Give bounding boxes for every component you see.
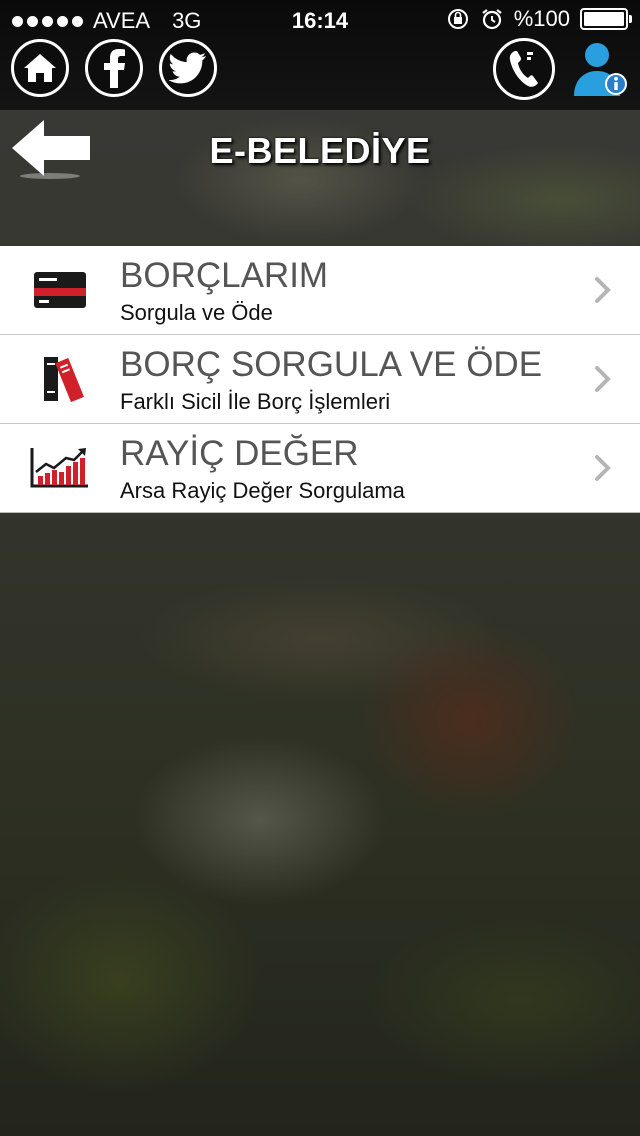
menu-item-borc-sorgula[interactable]: BORÇ SORGULA VE ÖDE Farklı Sicil İle Bor…	[0, 335, 640, 424]
twitter-button[interactable]	[159, 39, 217, 97]
menu-item-subtitle: Farklı Sicil İle Borç İşlemleri	[120, 389, 391, 414]
alarm-icon	[482, 9, 502, 30]
menu-item-subtitle: Sorgula ve Öde	[120, 300, 273, 325]
menu-item-icon	[28, 266, 92, 314]
books-icon	[44, 357, 84, 403]
menu-item-subtitle: Arsa Rayiç Değer Sorgulama	[120, 478, 405, 503]
menu-item-borclarim[interactable]: BORÇLARIM Sorgula ve Öde	[0, 246, 640, 335]
menu-item-icon	[28, 444, 92, 492]
battery-icon	[580, 8, 632, 30]
status-bar: AVEA 3G 16:14 %100	[0, 0, 640, 40]
facebook-icon	[104, 49, 125, 88]
home-icon	[24, 54, 56, 82]
menu-item-title: BORÇLARIM	[120, 256, 329, 295]
menu-item-title: RAYİÇ DEĞER	[120, 434, 359, 473]
user-info-icon	[574, 43, 627, 96]
battery-percent: %100	[513, 6, 570, 31]
chart-trend-icon	[30, 448, 88, 488]
facebook-button[interactable]	[85, 39, 143, 97]
menu-item-rayic-deger[interactable]: RAYİÇ DEĞER Arsa Rayiç Değer Sorgulama	[0, 424, 640, 513]
twitter-icon	[169, 52, 206, 84]
menu-list: BORÇLARIM Sorgula ve Öde BORÇ SORGULA VE…	[0, 246, 640, 513]
top-bar: AVEA 3G 16:14 %100	[0, 0, 640, 110]
credit-card-icon	[34, 272, 86, 308]
chevron-right-icon	[595, 277, 611, 303]
page-title: E-BELEDİYE	[209, 130, 431, 171]
page-header: E-BELEDİYE	[0, 110, 640, 246]
chevron-right-icon	[595, 366, 611, 392]
home-button[interactable]	[11, 39, 69, 97]
user-info-button[interactable]	[570, 40, 630, 100]
chevron-right-icon	[595, 455, 611, 481]
menu-item-title: BORÇ SORGULA VE ÖDE	[120, 345, 543, 384]
rotation-lock-icon	[447, 9, 468, 29]
menu-item-icon	[28, 355, 92, 403]
call-button[interactable]	[493, 38, 555, 100]
phone-icon	[509, 51, 538, 87]
